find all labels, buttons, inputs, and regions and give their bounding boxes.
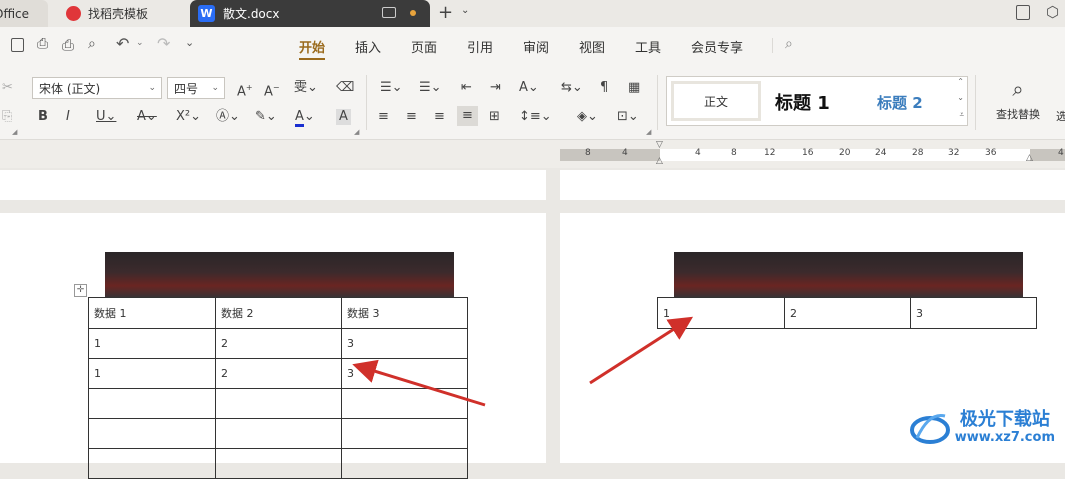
- annotation-arrow-right: [589, 316, 694, 385]
- annotation-arrows: [352, 316, 694, 407]
- watermark-logo-icon: [909, 413, 950, 444]
- watermark-title: 极光下载站: [959, 409, 1050, 430]
- site-watermark: 极光下载站 www.xz7.com: [909, 408, 1055, 448]
- annotation-arrow-left: [352, 359, 486, 407]
- watermark-url: www.xz7.com: [954, 430, 1055, 445]
